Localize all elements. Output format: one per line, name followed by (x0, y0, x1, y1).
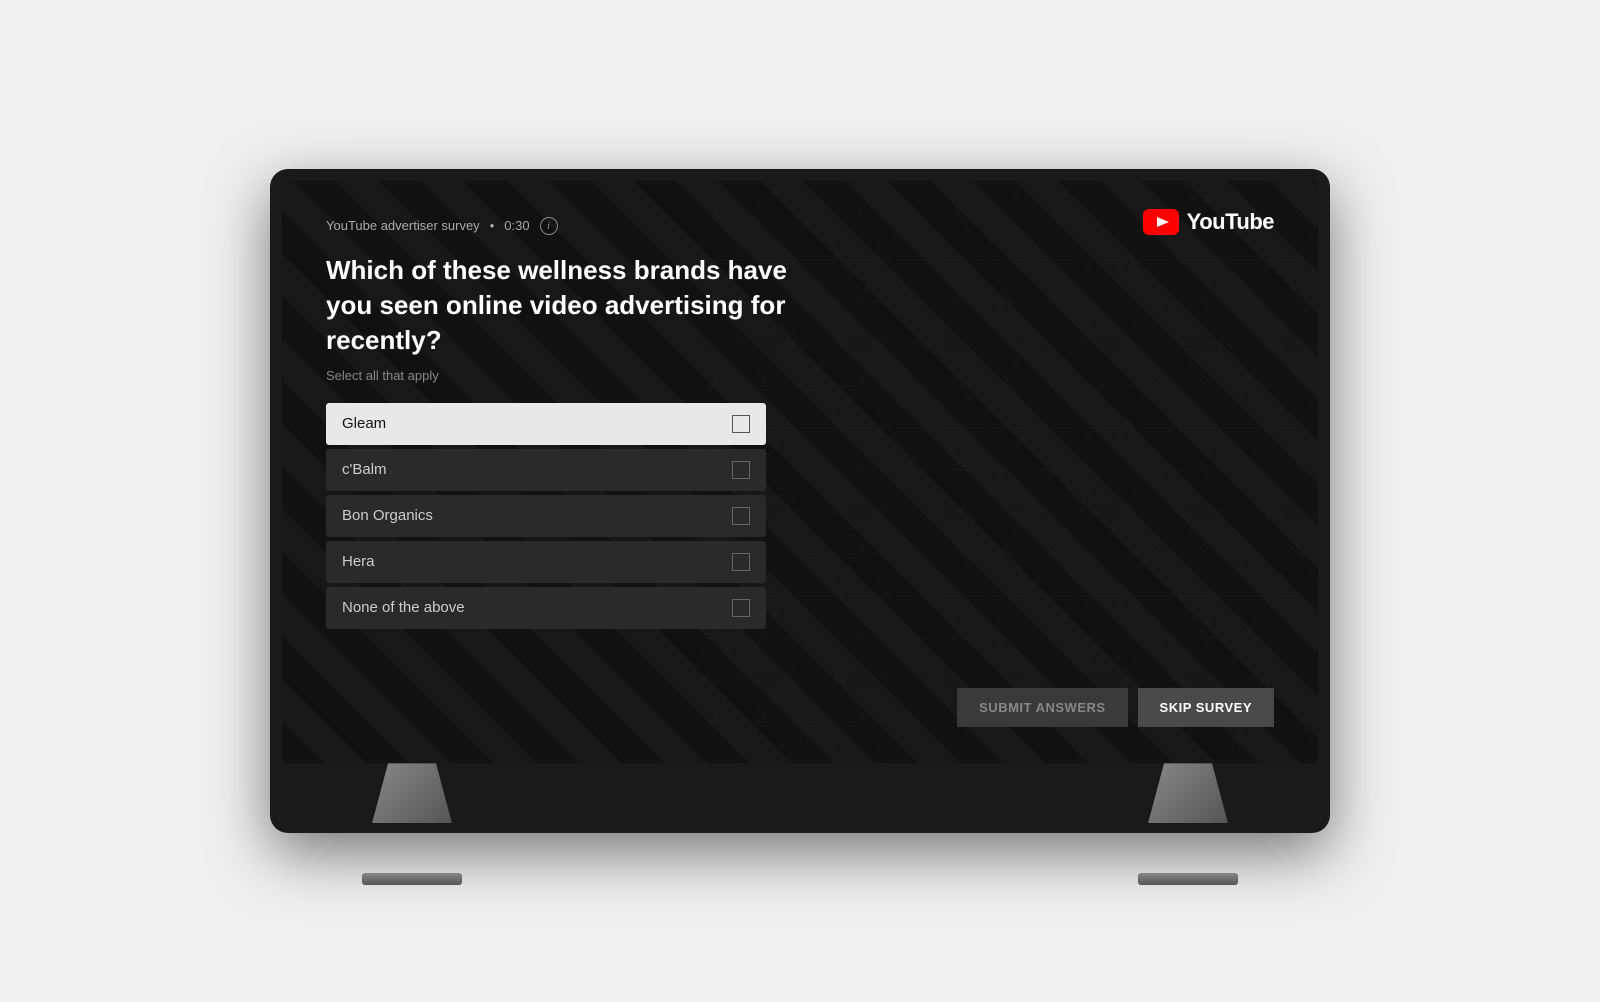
option-hera[interactable]: Hera (326, 541, 766, 583)
option-hera-label: Hera (342, 553, 375, 570)
stand-left (362, 763, 462, 885)
option-cbalm-checkbox[interactable] (732, 461, 750, 479)
bottom-actions: SUBMIT ANSWERS SKIP SURVEY (957, 688, 1274, 727)
stand-leg-left (372, 763, 452, 823)
option-bon-organics[interactable]: Bon Organics (326, 495, 766, 537)
option-none-label: None of the above (342, 599, 465, 616)
survey-label: YouTube advertiser survey (326, 218, 480, 233)
question-title: Which of these wellness brands have you … (326, 253, 806, 358)
screen-content: YouTube advertiser survey • 0:30 i Which… (282, 181, 1318, 764)
survey-timer: 0:30 (504, 218, 529, 233)
stand-base-right (1138, 873, 1238, 885)
option-bon-organics-checkbox[interactable] (732, 507, 750, 525)
stand-base-left (362, 873, 462, 885)
question-subtitle: Select all that apply (326, 368, 1274, 383)
survey-header: YouTube advertiser survey • 0:30 i (326, 217, 1274, 235)
tv-screen: YouTube YouTube advertiser survey • 0:30… (282, 181, 1318, 764)
option-gleam-checkbox[interactable] (732, 415, 750, 433)
tv-outer: YouTube YouTube advertiser survey • 0:30… (270, 169, 1330, 834)
survey-separator: • (490, 218, 495, 233)
stand-right (1138, 763, 1238, 885)
option-bon-organics-label: Bon Organics (342, 507, 433, 524)
info-icon[interactable]: i (540, 217, 558, 235)
option-hera-checkbox[interactable] (732, 553, 750, 571)
option-gleam[interactable]: Gleam (326, 403, 766, 445)
submit-answers-button[interactable]: SUBMIT ANSWERS (957, 688, 1127, 727)
option-none-checkbox[interactable] (732, 599, 750, 617)
option-none[interactable]: None of the above (326, 587, 766, 629)
tv-stand (282, 763, 1318, 833)
options-list: Gleam c'Balm Bon Organics Hera None of t (326, 403, 766, 629)
stand-leg-right (1148, 763, 1228, 823)
option-gleam-label: Gleam (342, 415, 386, 432)
option-cbalm-label: c'Balm (342, 461, 387, 478)
skip-survey-button[interactable]: SKIP SURVEY (1138, 688, 1274, 727)
option-cbalm[interactable]: c'Balm (326, 449, 766, 491)
